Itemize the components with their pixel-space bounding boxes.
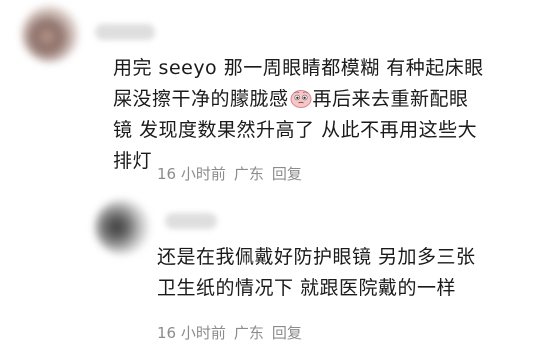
location: 广东 bbox=[233, 165, 264, 183]
pleading-face-emoji-icon bbox=[290, 90, 312, 108]
comment-text: 用完 seeyo 那一周眼睛都模糊 有种起床眼 屎没擦干净的朦胧感 再后来去重新配… bbox=[113, 57, 484, 172]
comment-meta: 16 小时前 广东 回复 bbox=[157, 163, 302, 184]
timestamp: 16 小时前 bbox=[157, 165, 226, 183]
location: 广东 bbox=[233, 324, 264, 342]
avatar[interactable] bbox=[22, 6, 78, 62]
reply-button[interactable]: 回复 bbox=[272, 322, 302, 343]
username-redacted[interactable] bbox=[95, 24, 155, 40]
username-redacted[interactable] bbox=[165, 213, 217, 229]
comment-text: 还是在我佩戴好防护眼镜 另加多三张 卫生纸的情况下 就跟医院戴的一样 bbox=[157, 246, 476, 299]
avatar[interactable] bbox=[95, 200, 149, 254]
timestamp: 16 小时前 bbox=[157, 324, 226, 342]
reply-button[interactable]: 回复 bbox=[272, 163, 302, 184]
comment-meta: 16 小时前 广东 回复 bbox=[157, 322, 302, 343]
